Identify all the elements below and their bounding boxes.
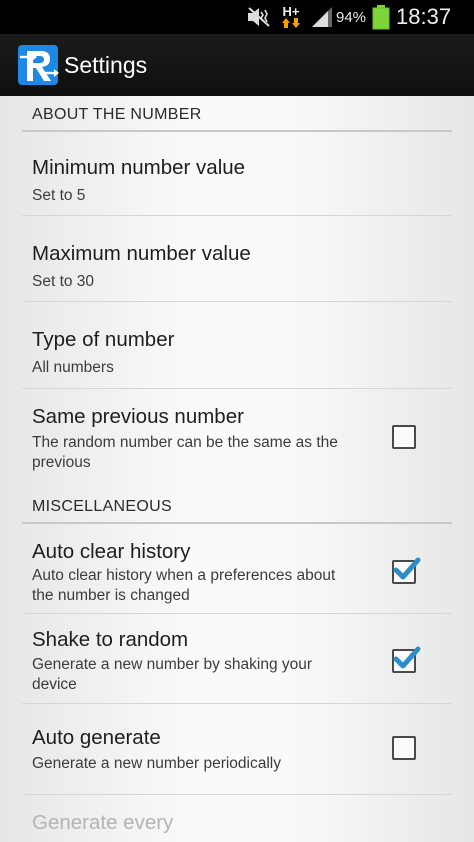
section-header-misc-label: MISCELLANEOUS	[32, 498, 172, 515]
auto-clear-history-checkbox[interactable]	[392, 557, 421, 584]
pref-same-previous-number-summary: The random number can be the same as the…	[32, 434, 338, 471]
status-bar: H+ 94% 18:37	[0, 0, 474, 34]
pref-auto-clear-history[interactable]: Auto clear history Auto clear history wh…	[22, 524, 452, 614]
pref-shake-to-random-title: Shake to random	[32, 628, 189, 651]
battery-percent: 94%	[336, 8, 367, 26]
pref-auto-generate[interactable]: Auto generate Generate a new number peri…	[22, 704, 452, 795]
check-icon	[393, 646, 421, 669]
section-header-about-label: ABOUT THE NUMBER	[32, 106, 202, 123]
preferences-list[interactable]: ABOUT THE NUMBER Minimum number value Se…	[0, 96, 474, 842]
pref-maximum-number[interactable]: Maximum number value Set to 30	[22, 216, 452, 302]
same-previous-checkbox[interactable]	[392, 425, 416, 449]
network-arrows-icon	[282, 18, 300, 29]
pref-same-previous-number-title: Same previous number	[32, 405, 244, 428]
app-logo-icon[interactable]	[16, 43, 60, 87]
pref-minimum-number-title: Minimum number value	[32, 156, 246, 179]
pref-maximum-number-title: Maximum number value	[32, 242, 251, 265]
pref-type-of-number-summary: All numbers	[32, 359, 114, 376]
pref-generate-every: Generate every	[22, 795, 452, 842]
check-icon	[393, 557, 421, 580]
pref-type-of-number-title: Type of number	[32, 328, 175, 351]
signal-icon	[310, 0, 334, 34]
page-title: Settings	[64, 52, 148, 78]
pref-shake-to-random-summary: Generate a new number by shaking your de…	[32, 656, 313, 693]
network-type-indicator: H+	[282, 0, 300, 34]
pref-same-previous-number[interactable]: Same previous number The random number c…	[22, 389, 452, 475]
mute-icon	[246, 0, 272, 34]
network-type-label: H+	[282, 4, 300, 19]
clock: 18:37	[396, 4, 452, 29]
battery-icon	[372, 0, 390, 34]
auto-generate-checkbox[interactable]	[392, 736, 416, 760]
action-bar: Settings	[0, 34, 474, 97]
pref-maximum-number-summary: Set to 30	[32, 273, 95, 290]
pref-auto-clear-history-summary: Auto clear history when a preferences ab…	[32, 567, 336, 604]
pref-auto-clear-history-title: Auto clear history	[32, 540, 191, 563]
section-header-about: ABOUT THE NUMBER	[22, 96, 452, 132]
pref-type-of-number[interactable]: Type of number All numbers	[22, 302, 452, 389]
shake-to-random-checkbox[interactable]	[392, 646, 421, 673]
pref-generate-every-title: Generate every	[32, 811, 174, 834]
section-header-misc: MISCELLANEOUS	[22, 484, 452, 524]
pref-shake-to-random[interactable]: Shake to random Generate a new number by…	[22, 614, 452, 704]
pref-auto-generate-title: Auto generate	[32, 726, 161, 749]
pref-minimum-number-summary: Set to 5	[32, 187, 86, 204]
pref-minimum-number[interactable]: Minimum number value Set to 5	[22, 132, 452, 216]
pref-auto-generate-summary: Generate a new number periodically	[32, 755, 281, 772]
